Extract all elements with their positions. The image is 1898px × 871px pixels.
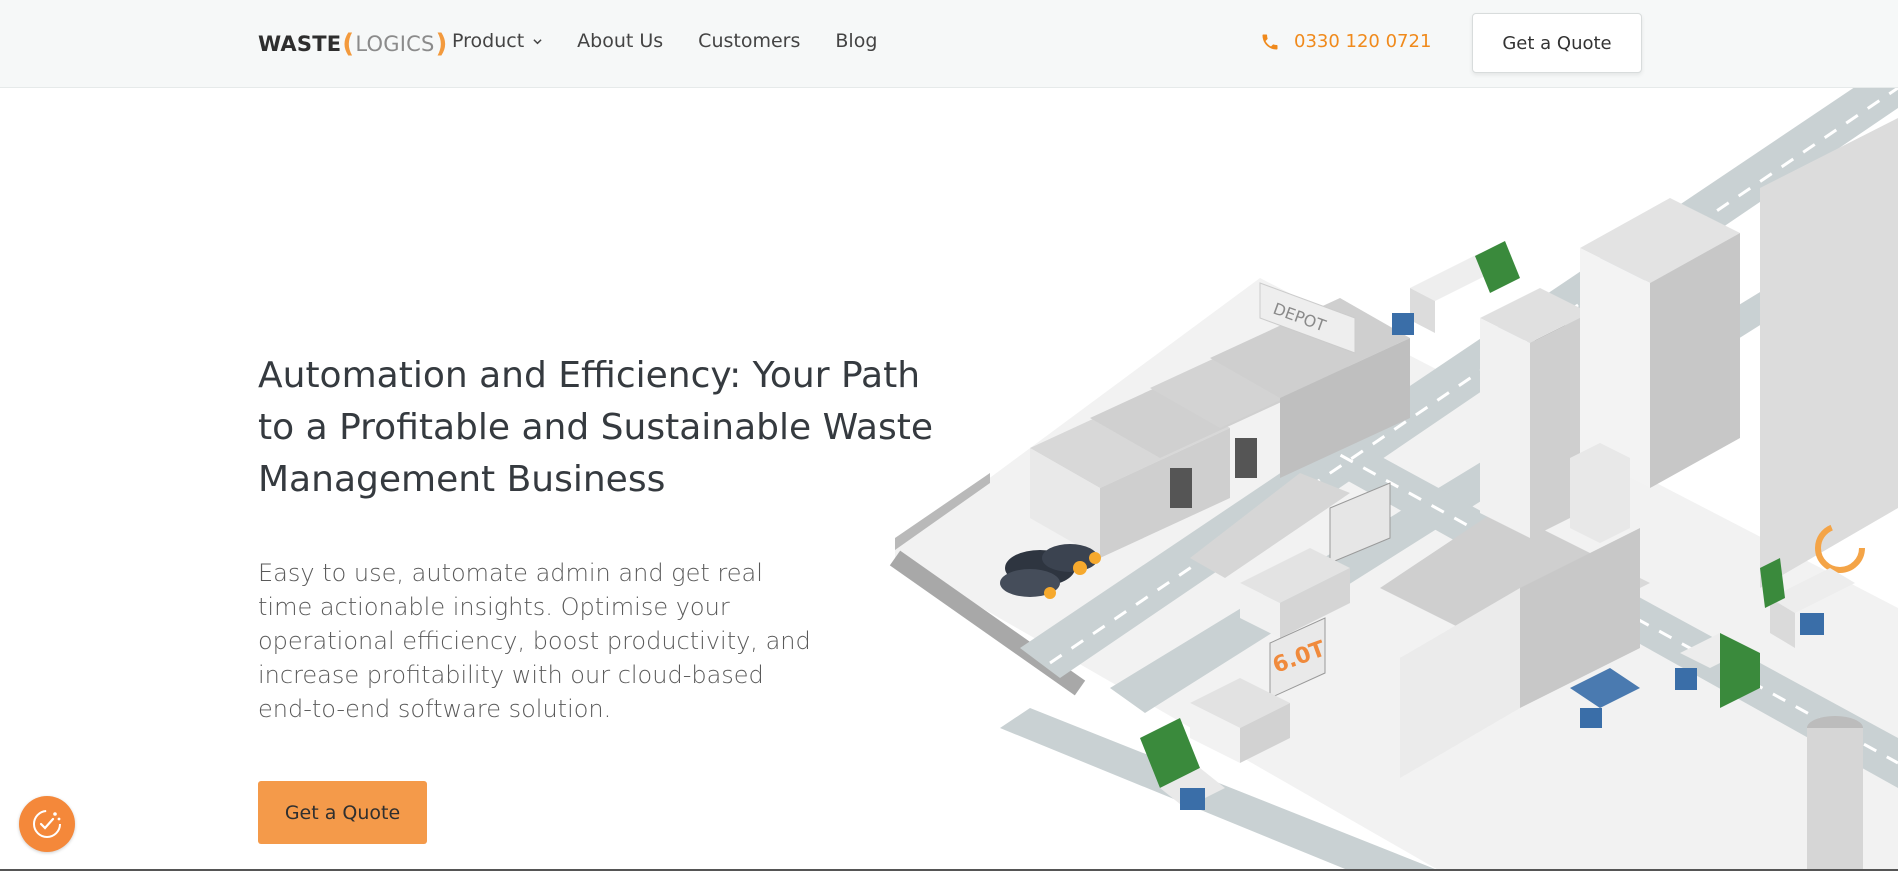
logo-text-waste: WASTE [258, 32, 342, 56]
main-nav: Product About Us Customers Blog [452, 30, 912, 52]
nav-item-blog[interactable]: Blog [835, 30, 877, 52]
nav-item-label: Product [452, 30, 525, 52]
phone-icon [1262, 34, 1278, 49]
logo-bracket: ) [435, 29, 448, 59]
cookie-consent-button[interactable] [19, 796, 75, 852]
nav-item-customers[interactable]: Customers [698, 30, 800, 52]
nav-item-about-us[interactable]: About Us [577, 30, 663, 52]
phone-number: 0330 120 0721 [1294, 31, 1432, 52]
logo-bracket: ( [342, 29, 355, 59]
isometric-city-illustration: DEPOT 6.0T [889, 88, 1898, 871]
garage-door [1170, 468, 1192, 508]
logo-text-logics: LOGICS [355, 32, 435, 56]
nav-item-product[interactable]: Product [452, 30, 542, 52]
silo [1807, 716, 1863, 871]
site-header: WASTE ( LOGICS ) Product About Us Custom… [0, 0, 1898, 88]
cookie-consent-icon [33, 810, 61, 838]
hero-title: Automation and Efficiency: Your Path to … [258, 355, 933, 500]
hero-get-quote-button[interactable]: Get a Quote [258, 781, 427, 844]
phone-link[interactable]: 0330 120 0721 [1260, 31, 1431, 52]
header-get-quote-button[interactable]: Get a Quote [1472, 13, 1642, 73]
chevron-down-icon [533, 38, 542, 44]
hero-subtitle: Easy to use, automate admin and get real… [258, 559, 811, 723]
site-logo[interactable]: WASTE ( LOGICS ) [258, 28, 449, 60]
garage-door [1235, 438, 1257, 478]
